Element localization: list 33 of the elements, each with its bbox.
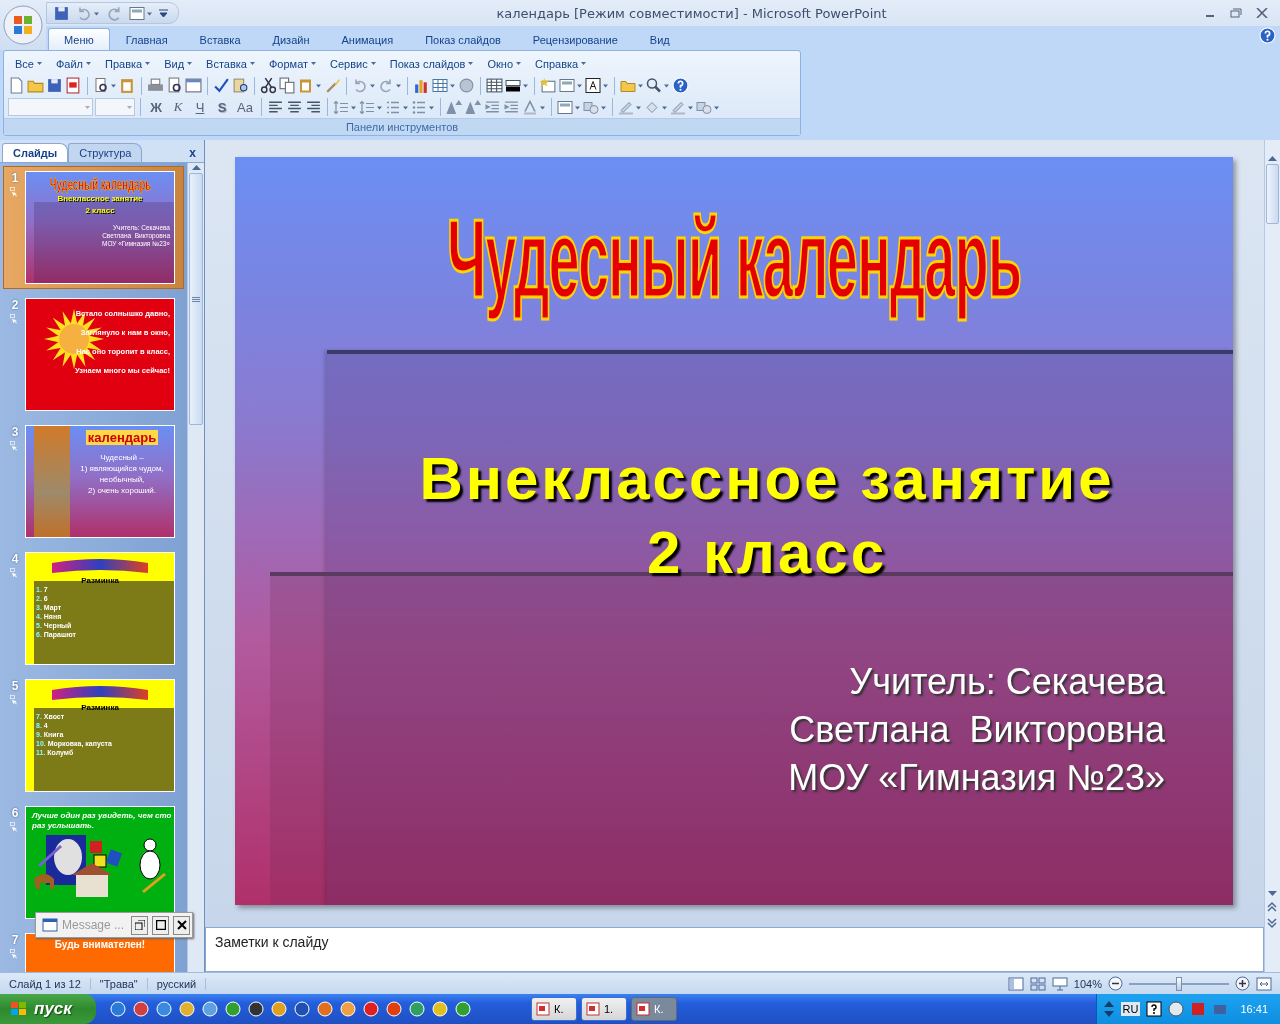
slide-number: 2 xyxy=(11,298,19,312)
thumbnail-text: Чудесный – xyxy=(100,453,144,462)
slide-number: 7 xyxy=(11,933,19,947)
slide-title: Чудесный календарь xyxy=(446,193,1022,322)
thumbnail-heading: Разминка xyxy=(81,703,119,712)
thumbnail-text: необычный, xyxy=(99,475,145,484)
slide-text: Учитель: Секачева xyxy=(849,660,1165,704)
thumbnail-text: 1) являющийся чудом, xyxy=(80,464,164,473)
slide-number: 5 xyxy=(11,679,19,693)
status-text: русский xyxy=(147,977,207,990)
window-title: календарь [Режим совместимости] - Microsoft PowerPoint xyxy=(495,5,888,21)
slide-number: 1 xyxy=(11,171,19,185)
slide-subtitle: Внеклассное занятие xyxy=(419,444,1115,514)
thumbnail-title: календарь xyxy=(85,430,159,445)
slide-number: 6 xyxy=(11,806,19,820)
thumbnail-subtitle: 2 класс xyxy=(85,205,115,216)
group-label: Панели инструментов xyxy=(4,118,800,135)
status-text: "Трава" xyxy=(90,977,148,990)
slide-number: 3 xyxy=(11,425,19,439)
thumbnail-subtitle: Внеклассное занятие xyxy=(57,193,143,204)
slide-subtitle: 2 класс xyxy=(647,518,887,588)
thumbnail-heading: Разминка xyxy=(81,576,119,585)
slide-text: Светлана Викторовна xyxy=(789,708,1165,752)
clock: 16:41 xyxy=(1240,1003,1268,1015)
thumbnail-text: 2) очень хороший. xyxy=(88,486,156,495)
message-title: Message ... xyxy=(62,918,126,932)
thumbnail-title: Будь внимателен! xyxy=(54,939,146,950)
slide-text: МОУ «Гимназия №23» xyxy=(788,756,1165,800)
thumbnail-text: Лучше один раз увидеть, чем сто раз услышать. xyxy=(30,810,173,831)
zoom-level: 104% xyxy=(1073,977,1102,990)
slide-number: 4 xyxy=(11,552,19,566)
status-text: Слайд 1 из 12 xyxy=(0,977,91,990)
thumbnail-title: Чудесный календарь xyxy=(49,175,151,195)
